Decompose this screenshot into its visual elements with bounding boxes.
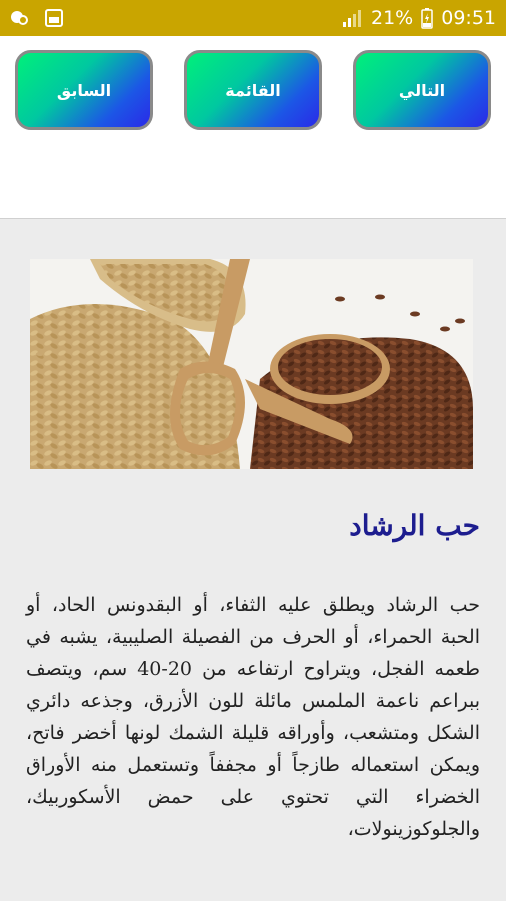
battery-percent: 21% — [371, 7, 414, 29]
previous-button[interactable]: السابق — [15, 50, 153, 130]
signal-icon — [343, 10, 361, 27]
battery-charging-icon — [421, 8, 433, 29]
seeds-illustration — [30, 259, 473, 469]
status-time: 09:51 — [441, 7, 496, 29]
message-bubble-icon — [11, 11, 28, 25]
status-right: 21% 09:51 — [341, 0, 496, 36]
article-content: حب الرشاد حب الرشاد ويطلق عليه الثفاء، أ… — [0, 218, 506, 901]
image-icon — [45, 9, 63, 27]
next-button[interactable]: التالي — [353, 50, 491, 130]
list-button[interactable]: القائمة — [184, 50, 322, 130]
status-bar: 21% 09:51 — [0, 0, 506, 36]
navigation-buttons: السابق القائمة التالي — [0, 50, 506, 134]
status-left-icons — [10, 8, 64, 28]
seeds-image — [30, 259, 473, 469]
article-title: حب الرشاد — [349, 509, 480, 542]
article-body: حب الرشاد ويطلق عليه الثفاء، أو البقدونس… — [26, 594, 481, 840]
